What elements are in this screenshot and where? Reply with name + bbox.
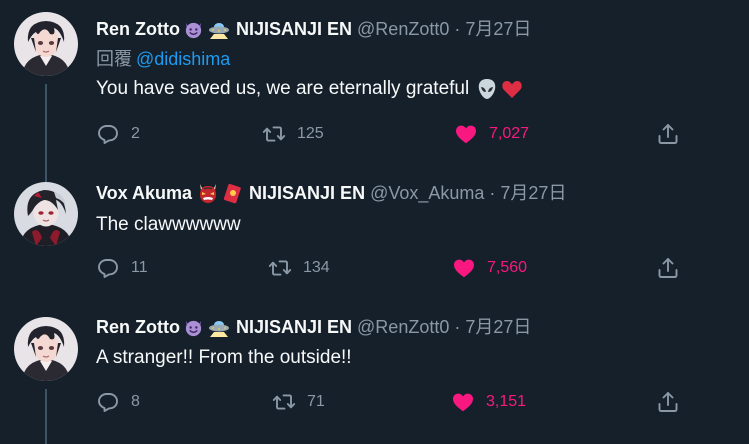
display-name[interactable]: Ren Zotto: [96, 17, 180, 41]
share-icon: [658, 124, 678, 144]
retweet-icon: [272, 394, 296, 410]
org-name: NIJISANJI EN: [235, 19, 353, 39]
retweet-icon: [268, 260, 292, 276]
retweet-button[interactable]: 134: [268, 256, 330, 280]
tweet-actions: 8 71 3,151: [96, 390, 696, 414]
reply-prefix: 回覆: [96, 49, 132, 69]
tweet-text: A stranger!! From the outside!!: [96, 345, 352, 371]
tweet-text-content: You have saved us, we are eternally grat…: [96, 78, 470, 99]
avatar[interactable]: [14, 317, 78, 381]
ufo-emoji: [208, 18, 230, 40]
separator-dot: ·: [454, 19, 461, 39]
reply-mention-link[interactable]: @didishima: [136, 49, 230, 69]
org-name: NIJISANJI EN: [235, 317, 353, 337]
tweet-header: Ren Zotto NIJISANJI EN @RenZott0 · 7月27日: [96, 17, 531, 41]
retweet-icon: [262, 126, 286, 142]
reply-count: 2: [131, 125, 140, 142]
tweet-header: Vox Akuma NIJISANJI EN @Vox_Akuma · 7月27…: [96, 181, 566, 205]
share-icon: [658, 392, 678, 412]
tweet-text: The clawwwwww: [96, 212, 241, 238]
like-count: 7,027: [489, 125, 530, 142]
display-name[interactable]: Ren Zotto: [96, 315, 180, 339]
thread-connector-line: [45, 389, 47, 444]
smiling-devil-emoji: [183, 18, 205, 40]
retweet-button[interactable]: 125: [262, 122, 324, 146]
share-button[interactable]: [656, 390, 680, 414]
tweet-actions: 2 125 7,027: [96, 122, 696, 146]
tweet[interactable]: Ren Zotto NIJISANJI EN @RenZott0 · 7月27日…: [0, 305, 749, 444]
tweet[interactable]: Ren Zotto NIJISANJI EN @RenZott0 · 7月27日…: [0, 0, 749, 170]
tweet[interactable]: Vox Akuma NIJISANJI EN @Vox_Akuma · 7月27…: [0, 170, 749, 305]
like-button[interactable]: 3,151: [451, 390, 526, 414]
like-count: 7,560: [487, 259, 528, 276]
like-button[interactable]: 7,560: [452, 256, 527, 280]
reply-button[interactable]: 8: [96, 390, 140, 414]
heart-icon: [454, 259, 474, 278]
reply-icon: [98, 125, 118, 144]
separator-dot: ·: [489, 183, 496, 203]
red-heart-emoji: [501, 78, 523, 100]
thread-connector-line: [45, 84, 47, 170]
retweet-count: 134: [303, 259, 330, 276]
oni-mask-emoji: [197, 182, 219, 204]
retweet-button[interactable]: 71: [272, 390, 325, 414]
heart-icon: [453, 393, 473, 412]
share-button[interactable]: [656, 256, 680, 280]
retweet-count: 71: [307, 393, 325, 410]
thread-connector-line: [45, 170, 47, 182]
red-envelope-emoji: [221, 182, 243, 204]
retweet-count: 125: [297, 125, 324, 142]
alien-emoji: [476, 78, 498, 100]
reply-count: 8: [131, 393, 140, 410]
tweet-date[interactable]: 7月27日: [465, 315, 531, 339]
tweet-thread: Ren Zotto NIJISANJI EN @RenZott0 · 7月27日…: [0, 0, 749, 444]
tweet-text-content: The clawwwwww: [96, 214, 241, 235]
separator-dot: ·: [454, 317, 461, 337]
smiling-devil-emoji: [183, 316, 205, 338]
tweet-date[interactable]: 7月27日: [465, 17, 531, 41]
org-name: NIJISANJI EN: [249, 183, 366, 203]
reply-button[interactable]: 11: [96, 256, 148, 280]
display-name[interactable]: Vox Akuma: [96, 181, 192, 205]
username-handle[interactable]: @Vox_Akuma: [370, 181, 484, 205]
tweet-text-content: A stranger!! From the outside!!: [96, 347, 352, 368]
tweet-text: You have saved us, we are eternally grat…: [96, 76, 523, 102]
reply-icon: [98, 393, 118, 412]
reply-icon: [98, 259, 118, 278]
like-count: 3,151: [486, 393, 527, 410]
username-handle[interactable]: @RenZott0: [357, 315, 449, 339]
reply-button[interactable]: 2: [96, 122, 140, 146]
tweet-header: Ren Zotto NIJISANJI EN @RenZott0 · 7月27日: [96, 315, 531, 339]
heart-icon: [456, 125, 476, 144]
avatar[interactable]: [14, 182, 78, 246]
reply-count: 11: [131, 259, 148, 276]
avatar[interactable]: [14, 12, 78, 76]
tweet-actions: 11 134 7,560: [96, 256, 696, 280]
tweet-date[interactable]: 7月27日: [500, 181, 566, 205]
share-icon: [658, 258, 678, 278]
replying-to: 回覆 @didishima: [96, 47, 230, 71]
share-button[interactable]: [656, 122, 680, 146]
username-handle[interactable]: @RenZott0: [357, 17, 449, 41]
like-button[interactable]: 7,027: [454, 122, 529, 146]
ufo-emoji: [208, 316, 230, 338]
